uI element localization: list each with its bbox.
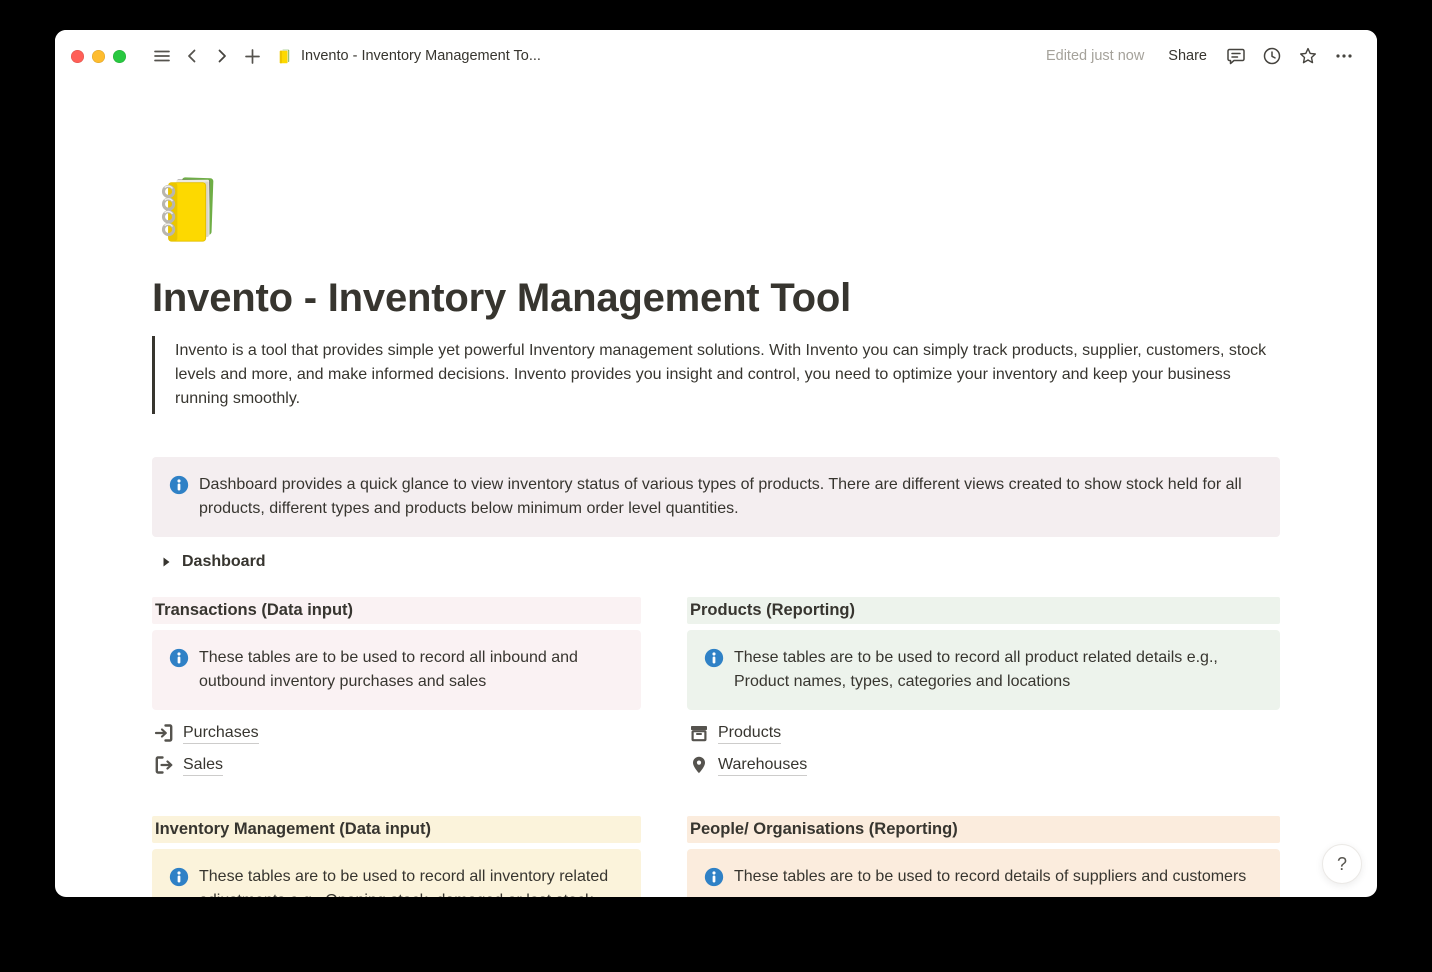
link-label: Purchases bbox=[183, 722, 259, 744]
heading-transactions[interactable]: Transactions (Data input) bbox=[152, 597, 641, 624]
quote-block[interactable]: Invento is a tool that provides simple y… bbox=[152, 336, 1280, 414]
info-icon bbox=[168, 474, 190, 496]
page-title[interactable]: Invento - Inventory Management Tool bbox=[152, 274, 1280, 322]
callout-text: Dashboard provides a quick glance to vie… bbox=[199, 473, 1264, 521]
back-button[interactable] bbox=[178, 42, 206, 70]
history-button[interactable] bbox=[1257, 42, 1287, 70]
titlebar-actions: Edited just now Share bbox=[1046, 42, 1359, 70]
info-icon bbox=[703, 866, 725, 888]
callout-text: These tables are to be used to record al… bbox=[734, 646, 1264, 694]
location-pin-icon bbox=[687, 753, 711, 777]
link-label: Products bbox=[718, 722, 781, 744]
heading-people-organisations[interactable]: People/ Organisations (Reporting) bbox=[687, 816, 1280, 843]
page-link-purchases[interactable]: Purchases bbox=[152, 719, 641, 747]
notebook-icon bbox=[276, 48, 293, 65]
exit-icon bbox=[152, 753, 176, 777]
toggle-label: Dashboard bbox=[182, 553, 266, 571]
info-icon bbox=[168, 866, 190, 888]
info-icon bbox=[168, 647, 190, 669]
dashboard-callout[interactable]: Dashboard provides a quick glance to vie… bbox=[152, 457, 1280, 537]
page-link-sales[interactable]: Sales bbox=[152, 751, 641, 779]
two-column-layout: Transactions (Data input) These tables a… bbox=[152, 597, 1280, 897]
chevron-right-icon bbox=[214, 48, 230, 64]
inventory-callout[interactable]: These tables are to be used to record al… bbox=[152, 849, 641, 897]
clock-icon bbox=[1262, 46, 1282, 66]
comment-icon bbox=[1226, 46, 1246, 66]
heading-inventory-management[interactable]: Inventory Management (Data input) bbox=[152, 816, 641, 843]
new-tab-button[interactable] bbox=[238, 42, 266, 70]
sidebar-toggle-button[interactable] bbox=[148, 42, 176, 70]
breadcrumb[interactable]: Invento - Inventory Management To... bbox=[276, 48, 541, 65]
forward-button[interactable] bbox=[208, 42, 236, 70]
desktop-backdrop: Invento - Inventory Management To... Edi… bbox=[0, 0, 1432, 972]
hamburger-icon bbox=[153, 47, 171, 65]
page-link-warehouses[interactable]: Warehouses bbox=[687, 751, 1280, 779]
more-options-button[interactable] bbox=[1329, 42, 1359, 70]
link-label: Sales bbox=[183, 754, 223, 776]
titlebar: Invento - Inventory Management To... Edi… bbox=[55, 30, 1377, 82]
close-window-button[interactable] bbox=[71, 50, 84, 63]
edited-timestamp: Edited just now bbox=[1046, 48, 1144, 64]
callout-text: These tables are to be used to record al… bbox=[199, 646, 625, 694]
chevron-left-icon bbox=[184, 48, 200, 64]
star-icon bbox=[1298, 46, 1318, 66]
products-links: Products Warehouses bbox=[687, 719, 1280, 779]
favorite-button[interactable] bbox=[1293, 42, 1323, 70]
callout-text: These tables are to be used to record de… bbox=[734, 865, 1246, 889]
heading-products[interactable]: Products (Reporting) bbox=[687, 597, 1280, 624]
page-scroll-area[interactable]: Invento - Inventory Management Tool Inve… bbox=[55, 82, 1377, 897]
plus-icon bbox=[244, 48, 261, 65]
dashboard-toggle[interactable]: Dashboard bbox=[152, 548, 1280, 576]
people-callout[interactable]: These tables are to be used to record de… bbox=[687, 849, 1280, 897]
page-link-products[interactable]: Products bbox=[687, 719, 1280, 747]
zoom-window-button[interactable] bbox=[113, 50, 126, 63]
products-callout[interactable]: These tables are to be used to record al… bbox=[687, 630, 1280, 710]
column-divider bbox=[641, 597, 687, 897]
column-left: Transactions (Data input) These tables a… bbox=[152, 597, 641, 897]
traffic-lights bbox=[71, 50, 126, 63]
transactions-callout[interactable]: These tables are to be used to record al… bbox=[152, 630, 641, 710]
transactions-links: Purchases Sales bbox=[152, 719, 641, 779]
ellipsis-icon bbox=[1334, 46, 1354, 66]
notion-window: Invento - Inventory Management To... Edi… bbox=[55, 30, 1377, 897]
callout-text: These tables are to be used to record al… bbox=[199, 865, 625, 897]
comments-button[interactable] bbox=[1221, 42, 1251, 70]
minimize-window-button[interactable] bbox=[92, 50, 105, 63]
archive-box-icon bbox=[687, 721, 711, 745]
info-icon bbox=[703, 647, 725, 669]
tab-title-text: Invento - Inventory Management To... bbox=[301, 48, 541, 64]
column-right: Products (Reporting) These tables are to… bbox=[687, 597, 1280, 897]
enter-icon bbox=[152, 721, 176, 745]
share-button[interactable]: Share bbox=[1160, 44, 1215, 68]
toggle-triangle-icon[interactable] bbox=[154, 550, 178, 574]
link-label: Warehouses bbox=[718, 754, 807, 776]
help-button[interactable]: ? bbox=[1322, 844, 1362, 884]
page-icon-notebook[interactable] bbox=[152, 170, 230, 248]
